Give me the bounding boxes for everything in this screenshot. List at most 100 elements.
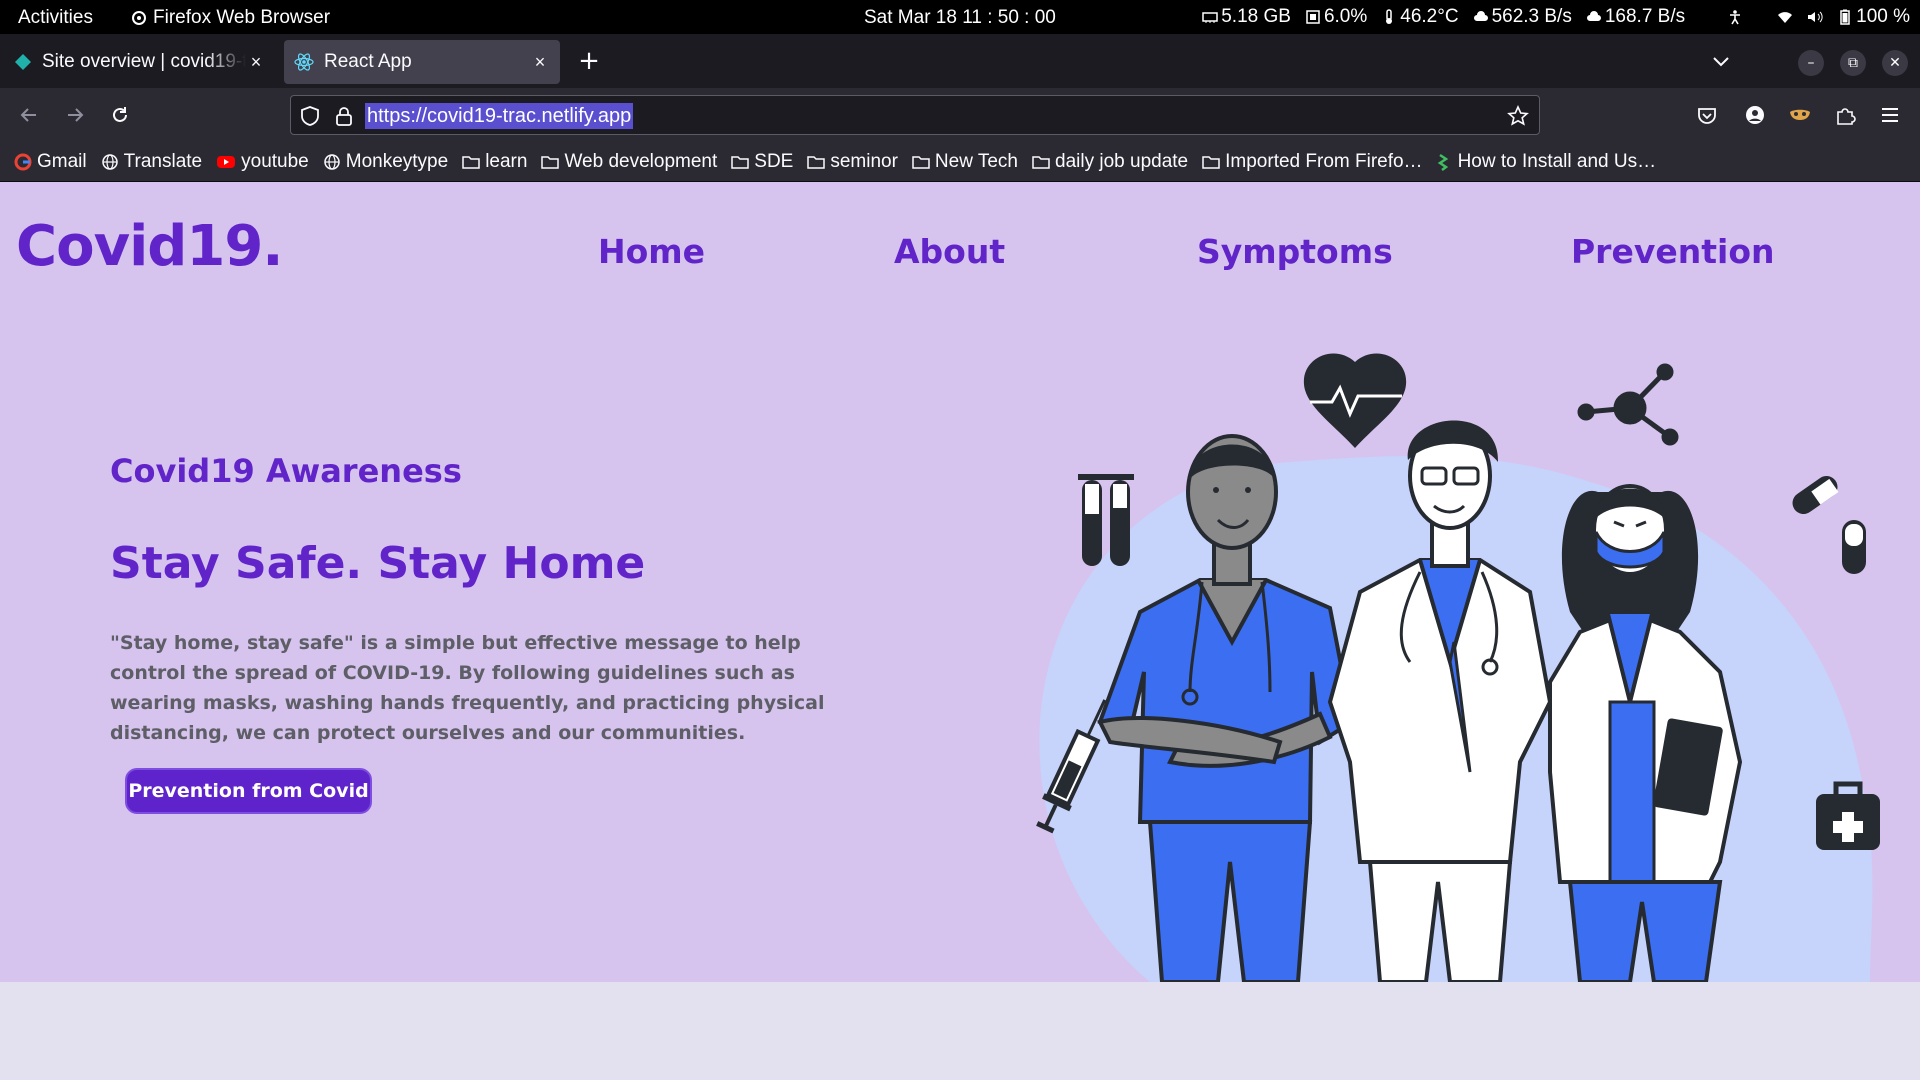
app-menu[interactable]: Firefox Web Browser (131, 7, 330, 29)
nav-link-home[interactable]: Home (598, 232, 705, 271)
upload-indicator: 168.7 B/s (1586, 6, 1685, 28)
volume-indicator[interactable] (1807, 9, 1823, 25)
molecule-icon (1577, 363, 1679, 446)
bookmark-youtube[interactable]: youtube (216, 151, 309, 173)
bookmark-folder-learn[interactable]: learn (462, 151, 527, 173)
bookmark-monkeytype[interactable]: Monkeytype (323, 151, 448, 173)
temperature-value: 46.2°C (1400, 6, 1459, 27)
close-tab-icon[interactable]: × (246, 52, 266, 73)
netlify-icon (15, 54, 31, 70)
tab-title: React App (324, 51, 412, 72)
close-window-button[interactable]: ✕ (1882, 50, 1908, 76)
extensions-button[interactable] (1830, 100, 1860, 130)
app-name: Firefox Web Browser (153, 7, 331, 28)
tab-react-app[interactable]: React App × (284, 40, 560, 84)
puzzle-icon (1837, 108, 1856, 125)
hero-description: "Stay home, stay safe" is a simple but e… (110, 632, 825, 744)
tab-title: Site overview | covid19-trac (42, 51, 246, 72)
cloud-upload-icon (1586, 11, 1601, 21)
pills-icon (1792, 475, 1866, 574)
hero-title: Stay Safe. Stay Home (110, 538, 646, 589)
bookmarks-toolbar: Gmail Translate youtube Monkeytype learn… (0, 142, 1920, 182)
bookmark-label: Gmail (37, 150, 87, 172)
test-tubes-icon (1078, 474, 1134, 566)
bookmark-how-to-install[interactable]: How to Install and Us… (1437, 150, 1657, 173)
download-value: 562.3 B/s (1491, 6, 1572, 27)
extension-button[interactable] (1785, 100, 1815, 130)
shield-icon[interactable] (299, 105, 321, 127)
star-icon[interactable] (1507, 105, 1529, 127)
bookmark-folder-web-development[interactable]: Web development (541, 151, 717, 173)
battery-icon (1840, 9, 1850, 25)
prevention-button[interactable]: Prevention from Covid (125, 768, 372, 814)
folder-icon (541, 155, 560, 169)
bookmark-label: youtube (241, 150, 309, 172)
bookmark-label: Translate (123, 150, 203, 172)
restore-button[interactable]: ⧉ (1840, 50, 1866, 76)
chevron-down-icon (1713, 57, 1729, 67)
bookmark-label: SDE (754, 150, 794, 172)
bookmark-label: daily job update (1055, 150, 1189, 172)
folder-icon (1032, 155, 1050, 169)
hamburger-icon (1882, 108, 1898, 122)
clock[interactable]: Sat Mar 18 11 : 50 : 00 (864, 7, 1056, 29)
battery-indicator[interactable]: 100 % (1837, 6, 1910, 28)
folder-icon (1202, 155, 1220, 169)
activities-button[interactable]: Activities (18, 7, 93, 29)
cpu-icon (1306, 10, 1320, 24)
nav-link-symptoms[interactable]: Symptoms (1197, 232, 1393, 271)
nav-link-prevention[interactable]: Prevention (1571, 232, 1774, 271)
tab-strip: Site overview | covid19-trac × React App… (0, 34, 1920, 88)
lock-icon[interactable] (333, 105, 355, 127)
upload-value: 168.7 B/s (1604, 6, 1686, 27)
folder-icon (462, 155, 480, 169)
url-text[interactable]: https://covid19-trac.netlify.app (365, 103, 634, 129)
bookmark-folder-seminor[interactable]: seminor (807, 151, 898, 173)
bookmark-label: New Tech (934, 150, 1019, 172)
bookmark-folder-sde[interactable]: SDE (731, 151, 793, 173)
memory-value: 5.18 GB (1221, 6, 1291, 27)
reload-button[interactable] (105, 100, 135, 130)
battery-value: 100 % (1856, 6, 1910, 27)
heart-pulse-icon (1303, 353, 1407, 448)
address-bar[interactable]: https://covid19-trac.netlify.app (290, 95, 1540, 135)
doctors-illustration (1036, 353, 1880, 982)
bookmark-gmail[interactable]: Gmail (14, 151, 87, 173)
close-tab-icon[interactable]: × (530, 52, 550, 73)
bookmark-label: seminor (830, 150, 898, 172)
bookmark-folder-new-tech[interactable]: New Tech (912, 151, 1018, 173)
nav-link-about[interactable]: About (894, 232, 1005, 271)
cpu-value: 6.0% (1323, 6, 1368, 27)
menu-button[interactable] (1875, 100, 1905, 130)
new-tab-button[interactable]: + (574, 46, 604, 76)
site-logo[interactable]: Covid19. (16, 214, 284, 279)
wifi-indicator[interactable] (1777, 9, 1793, 25)
pocket-icon (1698, 108, 1716, 124)
youtube-icon (217, 155, 236, 168)
hero-subtitle: Covid19 Awareness (110, 452, 462, 490)
pocket-button[interactable] (1692, 100, 1722, 130)
memory-indicator: 5.18 GB (1202, 6, 1291, 28)
minimize-button[interactable]: – (1798, 50, 1824, 76)
volume-icon (1808, 11, 1823, 23)
navigation-toolbar: https://covid19-trac.netlify.app (0, 88, 1920, 142)
bookmark-folder-daily-job-update[interactable]: daily job update (1032, 151, 1188, 173)
back-button[interactable] (14, 100, 44, 130)
folder-icon (807, 155, 826, 169)
globe-icon (101, 153, 118, 170)
bookmark-folder-imported[interactable]: Imported From Firefo… (1202, 151, 1423, 173)
bookmark-translate[interactable]: Translate (101, 150, 203, 173)
system-indicators[interactable]: 5.18 GB 6.0% 46.2°C 562.3 B/s 168.7 B/s (1202, 6, 1910, 28)
reload-icon (113, 107, 127, 122)
react-icon (294, 53, 314, 71)
accessibility-indicator[interactable] (1727, 9, 1743, 25)
cpu-indicator: 6.0% (1305, 6, 1367, 28)
tab-site-overview[interactable]: Site overview | covid19-trac × (4, 40, 276, 84)
google-icon (14, 153, 32, 170)
thermometer-icon (1386, 9, 1393, 24)
account-button[interactable] (1740, 100, 1770, 130)
bookmark-label: How to Install and Us… (1457, 150, 1657, 172)
forward-button[interactable] (60, 100, 90, 130)
memory-icon (1202, 12, 1218, 23)
list-all-tabs-button[interactable] (1706, 46, 1736, 76)
